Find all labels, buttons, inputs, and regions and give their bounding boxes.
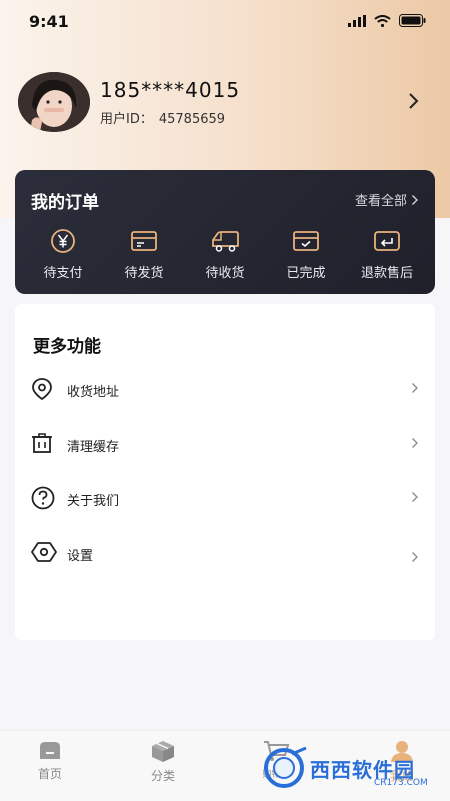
trash-icon	[32, 433, 52, 453]
tab-category[interactable]: 分类	[133, 739, 193, 784]
menu-item-label: 关于我们	[67, 494, 120, 509]
view-all-orders-link[interactable]: 查看全部	[355, 190, 419, 209]
order-status-label: 待收货	[205, 266, 245, 281]
order-status-label: 退款售后	[360, 266, 413, 281]
watermark-subtext: CR173.COM	[374, 778, 428, 788]
order-status-pending-payment[interactable]: 待支付	[23, 228, 103, 281]
more-features-card: 更多功能 收货地址 清理缓存 关于我们 设置	[15, 304, 435, 640]
chevron-right-icon	[412, 194, 418, 205]
home-icon	[40, 742, 60, 759]
order-status-label: 已完成	[286, 266, 326, 281]
status-bar: 9:41	[0, 0, 450, 44]
menu-item-settings[interactable]: 设置	[15, 533, 435, 573]
order-status-label: 待发货	[124, 266, 164, 281]
order-status-to-ship[interactable]: 待发货	[104, 228, 184, 281]
chevron-right-icon	[412, 383, 418, 393]
check-box-icon	[293, 231, 319, 251]
more-features-title: 更多功能	[33, 337, 101, 357]
yen-coin-icon	[51, 229, 75, 253]
user-id-label: 用户ID：	[100, 112, 153, 127]
site-watermark: 西西软件园 CR173.COM	[262, 740, 442, 796]
watermark-logo-icon	[264, 746, 307, 788]
chevron-right-icon	[412, 552, 418, 562]
menu-item-label: 收货地址	[67, 385, 120, 400]
order-status-to-receive[interactable]: 待收货	[185, 228, 265, 281]
location-pin-icon	[32, 378, 52, 401]
order-status-label: 待支付	[43, 266, 83, 281]
tab-label: 首页	[37, 767, 62, 781]
menu-item-label: 清理缓存	[67, 440, 120, 455]
settings-hexagon-icon	[31, 542, 57, 562]
user-id: 用户ID： 45785659	[100, 108, 225, 127]
cellular-signal-icon	[348, 14, 366, 27]
shipment-box-icon	[131, 231, 157, 251]
orders-card: 我的订单 查看全部 待支付 待发货 待收货 已完成 退款售后	[15, 170, 435, 294]
delivery-truck-icon	[212, 231, 239, 252]
menu-item-clear-cache[interactable]: 清理缓存	[15, 424, 435, 464]
orders-title: 我的订单	[31, 193, 99, 213]
return-arrow-icon	[374, 231, 400, 251]
chevron-right-icon[interactable]	[408, 92, 420, 110]
tab-home[interactable]: 首页	[20, 739, 80, 782]
order-status-completed[interactable]: 已完成	[266, 228, 346, 281]
tab-label: 分类	[150, 769, 175, 783]
user-id-value: 45785659	[158, 112, 226, 127]
menu-item-shipping-address[interactable]: 收货地址	[15, 369, 435, 409]
view-all-label: 查看全部	[354, 194, 407, 209]
category-cube-icon	[152, 741, 174, 762]
chevron-right-icon	[412, 492, 418, 502]
menu-item-label: 设置	[67, 549, 94, 564]
user-phone: 185****4015	[100, 78, 241, 102]
chevron-right-icon	[412, 438, 418, 448]
menu-item-about-us[interactable]: 关于我们	[15, 478, 435, 518]
question-circle-icon	[31, 486, 55, 510]
profile-header[interactable]: 185****4015 用户ID： 45785659	[18, 72, 432, 132]
avatar[interactable]	[18, 72, 90, 132]
status-time: 9:41	[29, 12, 69, 31]
battery-icon	[399, 14, 426, 27]
order-status-refund[interactable]: 退款售后	[347, 228, 427, 281]
wifi-icon	[374, 14, 391, 27]
